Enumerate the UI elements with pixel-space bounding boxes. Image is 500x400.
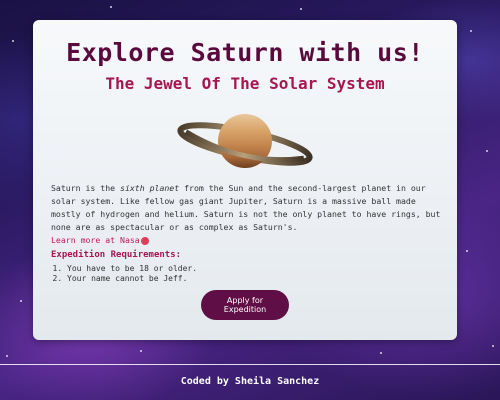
- intro-emphasis: sixth planet: [120, 183, 180, 193]
- requirement-item: You have to be 18 or older.: [67, 264, 197, 274]
- footer-credit: Coded by Sheila Sanchez: [180, 376, 320, 387]
- requirements-heading: Expedition Requirements:: [51, 250, 182, 260]
- saturn-image: [177, 114, 313, 168]
- nasa-link[interactable]: Learn more at Nasa: [51, 235, 140, 245]
- footer-divider: [0, 364, 500, 365]
- requirements-list: You have to be 18 or older. Your name ca…: [51, 264, 197, 284]
- intro-paragraph: Saturn is the sixth planet from the Sun …: [51, 182, 443, 247]
- intro-text-start: Saturn is the: [51, 183, 121, 193]
- content-card: Explore Saturn with us! The Jewel Of The…: [33, 20, 457, 340]
- heart-eyes-emoji-icon: [140, 236, 149, 245]
- apply-for-expedition-button[interactable]: Apply for Expedition: [201, 290, 289, 320]
- requirement-item: Your name cannot be Jeff.: [67, 274, 197, 284]
- page-title: Explore Saturn with us!: [66, 38, 424, 67]
- page-subtitle: The Jewel Of The Solar System: [105, 74, 385, 93]
